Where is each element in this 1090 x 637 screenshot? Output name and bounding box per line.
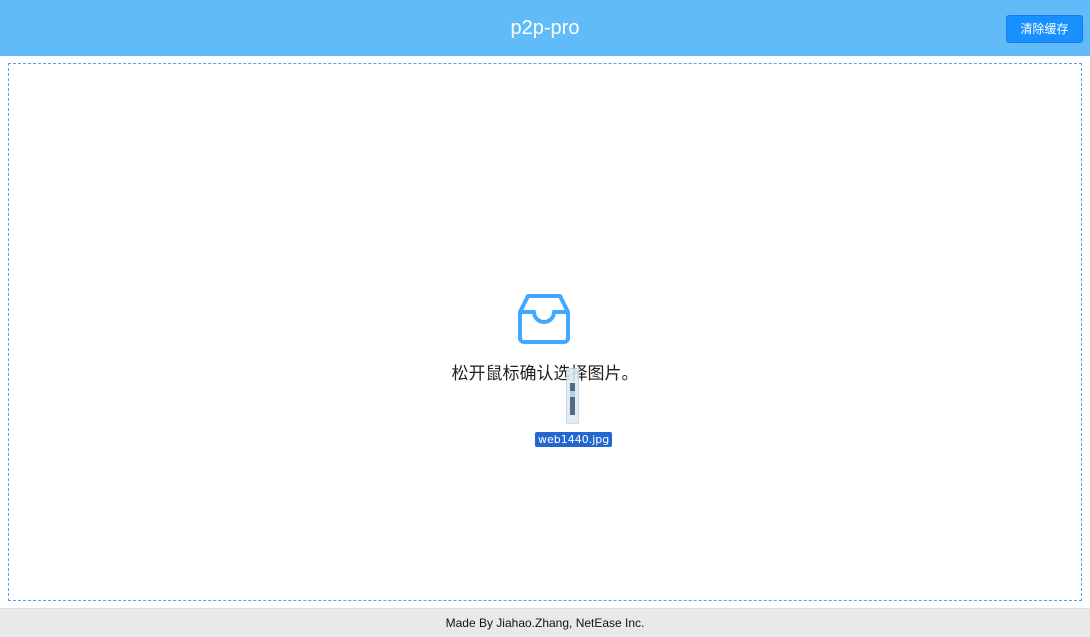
app-header: p2p-pro 清除缓存 [0, 0, 1090, 56]
dragged-file-thumbnail [566, 368, 579, 424]
dragged-file-name: web1440.jpg [535, 432, 613, 447]
clear-cache-button[interactable]: 清除缓存 [1006, 15, 1083, 43]
footer-credit: Made By Jiahao.Zhang, NetEase Inc. [0, 608, 1090, 637]
inbox-icon [518, 294, 570, 344]
drop-hint-text: 松开鼠标确认选择图片。 [451, 364, 639, 384]
app-title: p2p-pro [510, 17, 580, 39]
